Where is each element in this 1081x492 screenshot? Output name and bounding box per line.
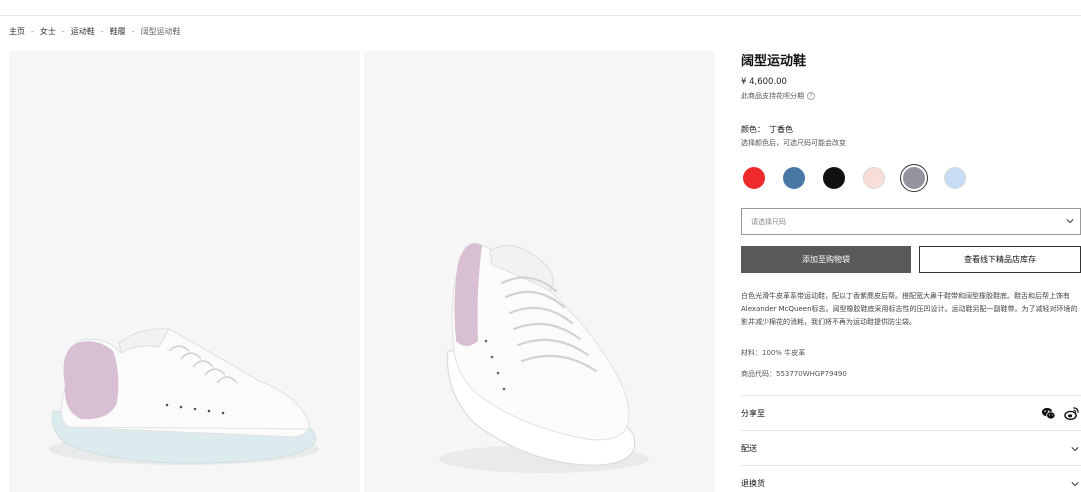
swatch-light-blue[interactable] xyxy=(944,167,966,189)
sneaker-side-illustration xyxy=(49,328,319,465)
breadcrumb-home[interactable]: 主页 xyxy=(9,26,25,37)
color-row: 颜色： 丁香色 xyxy=(741,124,793,135)
installment-text: 此商品支持花呗分期 xyxy=(741,92,804,100)
product-title: 阔型运动鞋 xyxy=(741,54,807,69)
swatch-blue[interactable] xyxy=(783,167,805,189)
product-image-front[interactable] xyxy=(364,51,715,492)
product-code: 商品代码：553770WHGP79490 xyxy=(741,370,847,378)
size-select[interactable]: 请选择尺码 xyxy=(741,208,1081,235)
breadcrumb-separator: - xyxy=(61,27,65,36)
sneaker-front-illustration xyxy=(439,243,649,473)
product-price: ¥ 4,600.00 xyxy=(741,77,787,87)
color-label: 颜色： xyxy=(741,125,765,134)
shipping-label: 配送 xyxy=(741,443,757,453)
size-placeholder: 请选择尺码 xyxy=(751,217,786,226)
wechat-icon[interactable] xyxy=(1041,406,1056,421)
chevron-down-icon xyxy=(1071,447,1079,452)
share-label: 分享至 xyxy=(741,408,765,418)
swatch-lilac-grey[interactable] xyxy=(900,164,928,192)
color-swatches xyxy=(741,164,981,192)
color-hint: 选择颜色后，可选尺码可能会改变 xyxy=(741,139,846,147)
breadcrumb: 主页 - 女士 - 运动鞋 - 鞋履 - 阔型运动鞋 xyxy=(9,26,181,37)
breadcrumb-current: 阔型运动鞋 xyxy=(140,27,181,36)
header-divider xyxy=(0,15,1081,16)
swatch-pale-pink[interactable] xyxy=(863,167,885,189)
weibo-icon[interactable] xyxy=(1064,406,1079,421)
check-store-stock-button[interactable]: 查看线下精品店库存 xyxy=(919,246,1081,273)
swatch-black[interactable] xyxy=(823,167,845,189)
breadcrumb-separator: - xyxy=(131,27,135,36)
returns-row[interactable]: 退换货 xyxy=(741,465,1081,492)
product-description: 白色光滑牛皮革系带运动鞋，配以丁香紫麂皮后帮。搭配宽大鼻干鞋带和阔型橡胶鞋底。鞋… xyxy=(741,292,1078,326)
shipping-row[interactable]: 配送 xyxy=(741,430,1081,465)
product-info: 阔型运动鞋 ¥ 4,600.00 此商品支持花呗分期 ? 颜色： 丁香色 选择颜… xyxy=(741,50,1081,488)
chevron-down-icon xyxy=(1066,219,1074,224)
social-links xyxy=(1041,406,1079,421)
question-icon[interactable]: ? xyxy=(807,92,815,100)
installment-note: 此商品支持花呗分期 ? xyxy=(741,91,815,101)
color-value: 丁香色 xyxy=(769,125,793,134)
breadcrumb-separator: - xyxy=(31,27,34,36)
returns-label: 退换货 xyxy=(741,478,765,488)
product-material: 材料：100% 牛皮革 xyxy=(741,349,806,357)
breadcrumb-separator: - xyxy=(100,27,104,36)
swatch-red[interactable] xyxy=(743,167,765,189)
product-image-side[interactable] xyxy=(9,51,360,492)
breadcrumb-women[interactable]: 女士 xyxy=(40,26,56,37)
add-to-bag-button[interactable]: 添加至购物袋 xyxy=(741,246,911,273)
breadcrumb-shoes[interactable]: 鞋履 xyxy=(110,26,126,37)
breadcrumb-sneakers[interactable]: 运动鞋 xyxy=(71,26,95,37)
share-row: 分享至 xyxy=(741,395,1081,430)
chevron-down-icon xyxy=(1071,482,1079,487)
